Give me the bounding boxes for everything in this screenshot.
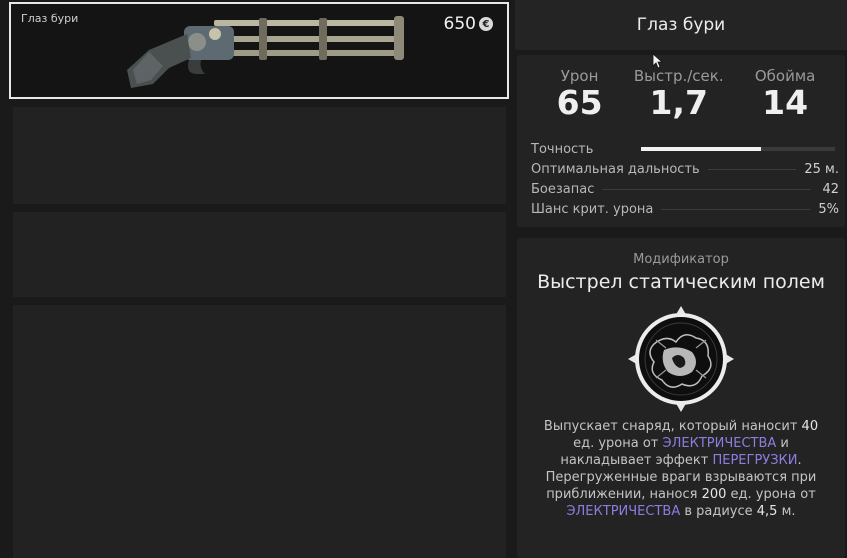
desc-text: ед. урона от [726, 487, 816, 502]
desc-number: 4,5 [756, 504, 778, 519]
accuracy-bar [641, 147, 835, 151]
stat-value: 14 [762, 83, 809, 122]
weapon-card-price: 650 € [444, 14, 493, 34]
stat-value: 1,7 [649, 83, 708, 122]
stat-row-line [602, 188, 811, 190]
static-field-emblem-icon [628, 306, 734, 412]
desc-text: ед. урона от [573, 436, 663, 451]
weapon-list: Глаз бури 650 € [0, 0, 515, 558]
stat-row-value: 42 [822, 181, 839, 197]
stat-row-crit: Шанс крит. урона 5% [531, 199, 839, 219]
desc-keyword: ПЕРЕГРУЗКИ [712, 453, 798, 468]
desc-keyword: ЭЛЕКТРИЧЕСТВА [662, 436, 777, 451]
secondary-stats: Точность Оптимальная дальность 25 м. Бое… [531, 139, 839, 219]
desc-text: м. [777, 504, 796, 519]
desc-text: в радиусе [680, 504, 757, 519]
desc-number: 200 [701, 487, 727, 502]
accuracy-bar-fill [641, 147, 762, 151]
stat-row-ammo: Боезапас 42 [531, 179, 839, 199]
desc-text: Выпускает снаряд, который наносит [543, 419, 802, 434]
stat-row-value: 25 м. [804, 161, 839, 177]
primary-stats: Урон 65 Выстр./сек. 1,7 Обойма 14 [517, 55, 845, 121]
stat-row-label: Точность [531, 141, 594, 157]
currency-icon: € [479, 17, 493, 31]
rifle-icon [127, 16, 404, 88]
price-value: 650 [443, 14, 476, 34]
modifier-name: Выстрел статическим полем [537, 271, 825, 293]
empty-weapon-slot[interactable] [13, 212, 506, 297]
weapon-card-selected[interactable]: Глаз бури 650 € [9, 2, 509, 99]
desc-number: 40 [801, 419, 819, 434]
empty-weapon-slot [13, 305, 506, 558]
modifier-kicker: Модификатор [633, 252, 729, 267]
empty-weapon-slot[interactable] [13, 107, 506, 204]
stat-row-label: Шанс крит. урона [531, 201, 654, 217]
modifier-panel: Модификатор Выстрел статическим полем Вы… [517, 238, 845, 558]
stat-row-accuracy: Точность [531, 139, 839, 159]
modifier-description: Выпускает снаряд, который наносит 40 ед.… [533, 418, 829, 520]
weapon-shop-screen: Глаз бури 650 € Глаз бури Урон 65 Выстр.… [0, 0, 847, 558]
stats-panel: Урон 65 Выстр./сек. 1,7 Обойма 14 Точнос… [517, 55, 845, 227]
stat-row-line [707, 168, 797, 170]
stat-fire-rate: Выстр./сек. 1,7 [634, 67, 724, 121]
stat-magazine: Обойма 14 [755, 67, 816, 121]
stat-row-value: 5% [818, 201, 839, 217]
stat-damage: Урон 65 [557, 67, 603, 121]
mouse-cursor-icon [652, 53, 664, 69]
weapon-card-name: Глаз бури [21, 12, 79, 25]
stat-value: 65 [556, 83, 603, 122]
stat-row-label: Боезапас [531, 181, 595, 197]
stat-row-range: Оптимальная дальность 25 м. [531, 159, 839, 179]
weapon-details-panel: Глаз бури Урон 65 Выстр./сек. 1,7 Обойма… [515, 0, 847, 558]
weapon-title: Глаз бури [515, 0, 847, 50]
stat-row-label: Оптимальная дальность [531, 161, 700, 177]
desc-keyword: ЭЛЕКТРИЧЕСТВА [566, 504, 681, 519]
stat-row-line [661, 208, 811, 210]
